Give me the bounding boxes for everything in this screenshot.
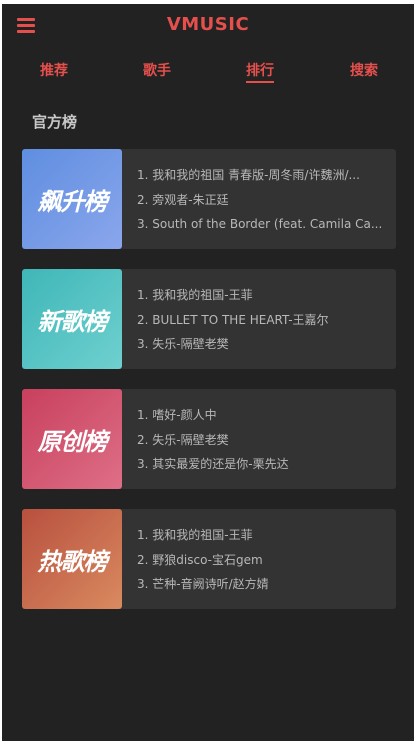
track-list: 1. 我和我的祖国 青春版-周冬雨/许魏洲/... 2. 旁观者-朱正廷 3. …: [137, 163, 387, 237]
tab-singers[interactable]: 歌手: [127, 60, 187, 80]
app-title: VMUSIC: [166, 14, 250, 35]
section-title: 官方榜: [32, 113, 78, 131]
chart-card-new[interactable]: 新歌榜 1. 我和我的祖国-王菲 2. BULLET TO THE HEART-…: [22, 269, 396, 369]
track-item: 1. 我和我的祖国-王菲: [137, 528, 253, 542]
track-item: 2. 野狼disco-宝石gem: [137, 552, 263, 567]
nav-tabs: 推荐 歌手 排行 搜索: [2, 48, 414, 88]
app-header: VMUSIC: [2, 4, 414, 48]
track-item: 3. 芒种-音阙诗听/赵方婧: [137, 577, 269, 591]
track-item: 1. 我和我的祖国 青春版-周冬雨/许魏洲/...: [137, 168, 360, 182]
tab-label: 歌手: [143, 63, 171, 79]
tab-label: 排行: [246, 63, 274, 83]
chart-cover: 飙升榜: [22, 149, 122, 249]
chart-card-soaring[interactable]: 飙升榜 1. 我和我的祖国 青春版-周冬雨/许魏洲/... 2. 旁观者-朱正廷…: [22, 149, 396, 249]
chart-cover: 热歌榜: [22, 509, 122, 609]
track-item: 2. BULLET TO THE HEART-王嘉尔: [137, 312, 329, 327]
track-item: 3. 失乐-隔壁老樊: [137, 337, 229, 351]
app-frame: VMUSIC 推荐 歌手 排行 搜索 官方榜 飙升榜 1. 我和我的祖国 青春版…: [2, 4, 414, 741]
track-item: 1. 我和我的祖国-王菲: [137, 288, 253, 302]
tab-rankings[interactable]: 排行: [230, 60, 290, 83]
track-item: 2. 旁观者-朱正廷: [137, 192, 229, 207]
chart-card-hot[interactable]: 热歌榜 1. 我和我的祖国-王菲 2. 野狼disco-宝石gem 3. 芒种-…: [22, 509, 396, 609]
track-item: 1. 嗜好-颜人中: [137, 408, 217, 422]
tab-label: 搜索: [350, 63, 378, 79]
track-list: 1. 我和我的祖国-王菲 2. 野狼disco-宝石gem 3. 芒种-音阙诗听…: [137, 523, 387, 597]
track-list: 1. 嗜好-颜人中 2. 失乐-隔壁老樊 3. 其实最爱的还是你-栗先达: [137, 403, 387, 477]
track-list: 1. 我和我的祖国-王菲 2. BULLET TO THE HEART-王嘉尔 …: [137, 283, 387, 357]
track-item: 2. 失乐-隔壁老樊: [137, 432, 229, 447]
tab-label: 推荐: [40, 63, 68, 79]
chart-cover: 原创榜: [22, 389, 122, 489]
tab-recommend[interactable]: 推荐: [24, 60, 84, 80]
chart-cover: 新歌榜: [22, 269, 122, 369]
track-item: 3. South of the Border (feat. Camila Ca.…: [137, 217, 383, 231]
chart-card-original[interactable]: 原创榜 1. 嗜好-颜人中 2. 失乐-隔壁老樊 3. 其实最爱的还是你-栗先达: [22, 389, 396, 489]
track-item: 3. 其实最爱的还是你-栗先达: [137, 457, 289, 471]
tab-search[interactable]: 搜索: [334, 60, 394, 80]
